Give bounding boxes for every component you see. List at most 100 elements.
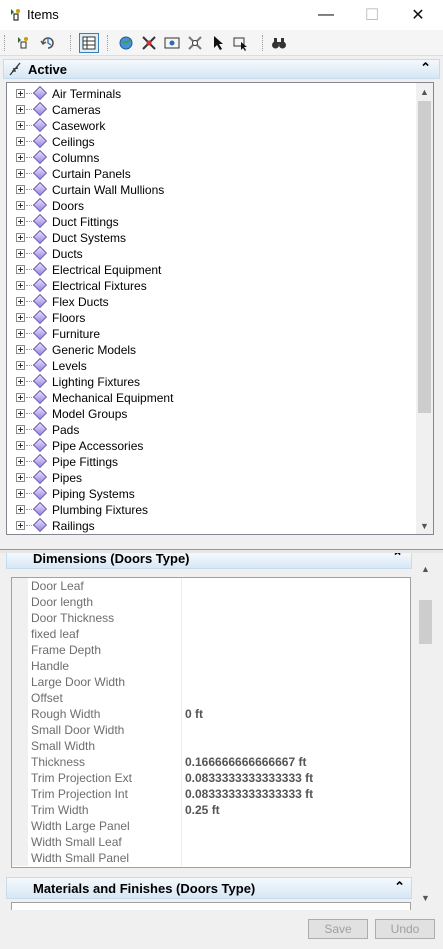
close-button[interactable]: ✕: [395, 0, 441, 30]
tree-item[interactable]: Curtain Wall Mullions: [7, 181, 412, 198]
property-value[interactable]: 0.0833333333333333 ft: [185, 787, 313, 801]
select-options-icon[interactable]: [231, 33, 251, 53]
expand-icon[interactable]: [16, 409, 25, 418]
properties-scrollbar[interactable]: ▲ ▼: [417, 562, 434, 905]
expand-icon[interactable]: [16, 329, 25, 338]
scroll-up-icon[interactable]: ▲: [416, 83, 433, 100]
property-row[interactable]: Door length: [12, 594, 410, 610]
active-section-header[interactable]: Active ⌃: [3, 59, 440, 79]
property-row[interactable]: Rough Width 0 ft: [12, 706, 410, 722]
tree-item[interactable]: Lighting Fixtures: [7, 373, 412, 390]
property-value[interactable]: 0.0833333333333333 ft: [185, 771, 313, 785]
collapse-chevron-icon[interactable]: ⌃: [392, 553, 403, 565]
expand-icon[interactable]: [16, 105, 25, 114]
expand-icon[interactable]: [16, 153, 25, 162]
tree-item[interactable]: Duct Fittings: [7, 213, 412, 230]
property-row[interactable]: Door Thickness: [12, 610, 410, 626]
expand-icon[interactable]: [16, 489, 25, 498]
tree-item[interactable]: Model Groups: [7, 405, 412, 422]
items-tree[interactable]: Air Terminals Cameras Casework Ceilings Colu…: [6, 82, 434, 535]
tree-item[interactable]: Air Terminals: [7, 85, 412, 102]
scroll-thumb[interactable]: [418, 101, 431, 413]
property-row[interactable]: Width Small Leaf: [12, 834, 410, 850]
expand-icon[interactable]: [16, 137, 25, 146]
property-row[interactable]: Width Small Panel: [12, 850, 410, 866]
property-row[interactable]: Trim Projection Int 0.0833333333333333 ft: [12, 786, 410, 802]
tree-item[interactable]: Mechanical Equipment: [7, 389, 412, 406]
minimize-button[interactable]: —: [303, 0, 349, 30]
undo-button[interactable]: Undo: [375, 919, 435, 939]
expand-icon[interactable]: [16, 441, 25, 450]
refresh-icon[interactable]: [38, 33, 58, 53]
expand-icon[interactable]: [16, 169, 25, 178]
add-item-icon[interactable]: [12, 33, 32, 53]
expand-icon[interactable]: [16, 217, 25, 226]
tree-item[interactable]: Duct Systems: [7, 229, 412, 246]
scroll-down-icon[interactable]: ▼: [417, 891, 434, 905]
expand-icon[interactable]: [16, 233, 25, 242]
tree-item[interactable]: Pipe Accessories: [7, 437, 412, 454]
tree-scrollbar[interactable]: ▲ ▼: [416, 83, 433, 534]
property-row[interactable]: fixed leaf: [12, 626, 410, 642]
property-row[interactable]: Offset: [12, 690, 410, 706]
dimensions-section-header[interactable]: Dimensions (Doors Type) ⌃: [6, 553, 412, 569]
tree-item[interactable]: Ceilings: [7, 133, 412, 150]
scroll-down-icon[interactable]: ▼: [416, 517, 433, 534]
scatter-icon[interactable]: [185, 33, 205, 53]
tree-item[interactable]: Floors: [7, 309, 412, 326]
tree-item[interactable]: Generic Models: [7, 341, 412, 358]
expand-icon[interactable]: [16, 281, 25, 290]
property-value[interactable]: 0.166666666666667 ft: [185, 755, 306, 769]
find-binoculars-icon[interactable]: [269, 33, 289, 53]
tree-item[interactable]: Railings: [7, 517, 412, 534]
property-row[interactable]: Handle: [12, 658, 410, 674]
expand-icon[interactable]: [16, 361, 25, 370]
expand-icon[interactable]: [16, 201, 25, 210]
zoom-box-icon[interactable]: [162, 33, 182, 53]
tree-item[interactable]: Levels: [7, 357, 412, 374]
scroll-up-icon[interactable]: ▲: [417, 562, 434, 576]
expand-icon[interactable]: [16, 393, 25, 402]
tree-item[interactable]: Curtain Panels: [7, 165, 412, 182]
materials-section-header[interactable]: Materials and Finishes (Doors Type) ⌃: [6, 877, 412, 899]
tree-item[interactable]: Doors: [7, 197, 412, 214]
tree-item[interactable]: Pipe Fittings: [7, 453, 412, 470]
filter-remove-icon[interactable]: [139, 33, 159, 53]
expand-icon[interactable]: [16, 521, 25, 530]
property-value[interactable]: 0 ft: [185, 707, 203, 721]
expand-icon[interactable]: [16, 297, 25, 306]
expand-icon[interactable]: [16, 313, 25, 322]
expand-icon[interactable]: [16, 377, 25, 386]
select-pointer-icon[interactable]: [208, 33, 228, 53]
expand-icon[interactable]: [16, 457, 25, 466]
tree-item[interactable]: Furniture: [7, 325, 412, 342]
tree-item[interactable]: Cameras: [7, 101, 412, 118]
grid-view-icon[interactable]: [79, 33, 99, 53]
tree-item[interactable]: Plumbing Fixtures: [7, 501, 412, 518]
tree-item[interactable]: Ducts: [7, 245, 412, 262]
expand-icon[interactable]: [16, 121, 25, 130]
property-row[interactable]: Large Door Width: [12, 674, 410, 690]
expand-icon[interactable]: [16, 89, 25, 98]
save-button[interactable]: Save: [308, 919, 368, 939]
property-row[interactable]: Width Large Panel: [12, 818, 410, 834]
property-row[interactable]: Small Width: [12, 738, 410, 754]
globe-icon[interactable]: [116, 33, 136, 53]
expand-icon[interactable]: [16, 505, 25, 514]
collapse-chevron-icon[interactable]: ⌃: [394, 879, 405, 895]
expand-icon[interactable]: [16, 185, 25, 194]
property-row[interactable]: Trim Width 0.25 ft: [12, 802, 410, 818]
scroll-thumb[interactable]: [419, 600, 432, 644]
tree-item[interactable]: Electrical Equipment: [7, 261, 412, 278]
expand-icon[interactable]: [16, 473, 25, 482]
expand-icon[interactable]: [16, 265, 25, 274]
tree-item[interactable]: Electrical Fixtures: [7, 277, 412, 294]
tree-item[interactable]: Pads: [7, 421, 412, 438]
expand-icon[interactable]: [16, 249, 25, 258]
property-row[interactable]: Small Door Width: [12, 722, 410, 738]
property-row[interactable]: Frame Depth: [12, 642, 410, 658]
tree-item[interactable]: Piping Systems: [7, 485, 412, 502]
tree-item[interactable]: Casework: [7, 117, 412, 134]
property-value[interactable]: 0.25 ft: [185, 803, 220, 817]
property-row[interactable]: Trim Projection Ext 0.0833333333333333 ft: [12, 770, 410, 786]
